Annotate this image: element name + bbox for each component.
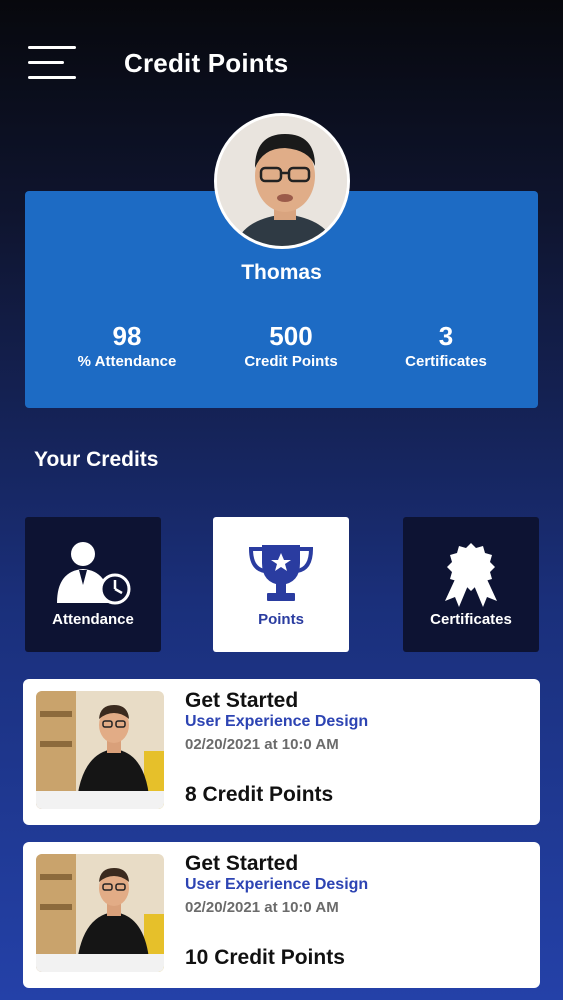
stat-value: 500: [269, 321, 313, 351]
course-thumbnail: [36, 854, 164, 972]
tile-certificates[interactable]: Certificates: [403, 517, 539, 652]
tile-attendance[interactable]: Attendance: [25, 517, 161, 652]
tile-label: Certificates: [430, 611, 512, 628]
hamburger-menu-icon[interactable]: [28, 44, 78, 80]
course-credit-points: 10 Credit Points: [185, 946, 345, 969]
course-date: 02/20/2021 at 10:0 AM: [185, 736, 339, 753]
stat-attendance: 98 % Attendance: [52, 321, 202, 370]
course-credit-points: 8 Credit Points: [185, 783, 334, 806]
course-card[interactable]: Get Started User Experience Design 02/20…: [23, 842, 540, 988]
avatar-photo-icon: [217, 116, 347, 246]
tile-label: Attendance: [52, 611, 134, 628]
tile-label: Points: [258, 611, 304, 628]
course-card[interactable]: Get Started User Experience Design 02/20…: [23, 679, 540, 825]
course-title: Get Started: [185, 689, 299, 712]
stat-label: Credit Points: [244, 353, 338, 370]
avatar: [214, 113, 350, 249]
course-subtitle: User Experience Design: [185, 713, 369, 730]
course-title: Get Started: [185, 852, 299, 875]
course-subtitle: User Experience Design: [185, 876, 369, 893]
award-ribbon-icon: [403, 539, 539, 609]
person-clock-icon: [25, 539, 161, 609]
top-bar: Credit Points: [0, 0, 563, 120]
tile-points[interactable]: Points: [213, 517, 349, 652]
stat-credit-points: 500 Credit Points: [216, 321, 366, 370]
stat-label: % Attendance: [77, 353, 177, 370]
trophy-icon: [213, 539, 349, 609]
profile-name: Thomas: [241, 261, 322, 284]
stat-value: 3: [438, 321, 454, 351]
stat-label: Certificates: [405, 353, 487, 370]
stat-certificates: 3 Certificates: [371, 321, 521, 370]
stat-value: 98: [112, 321, 142, 351]
page-title: Credit Points: [124, 48, 289, 78]
section-title: Your Credits: [34, 448, 159, 471]
course-thumbnail: [36, 691, 164, 809]
course-date: 02/20/2021 at 10:0 AM: [185, 899, 339, 916]
